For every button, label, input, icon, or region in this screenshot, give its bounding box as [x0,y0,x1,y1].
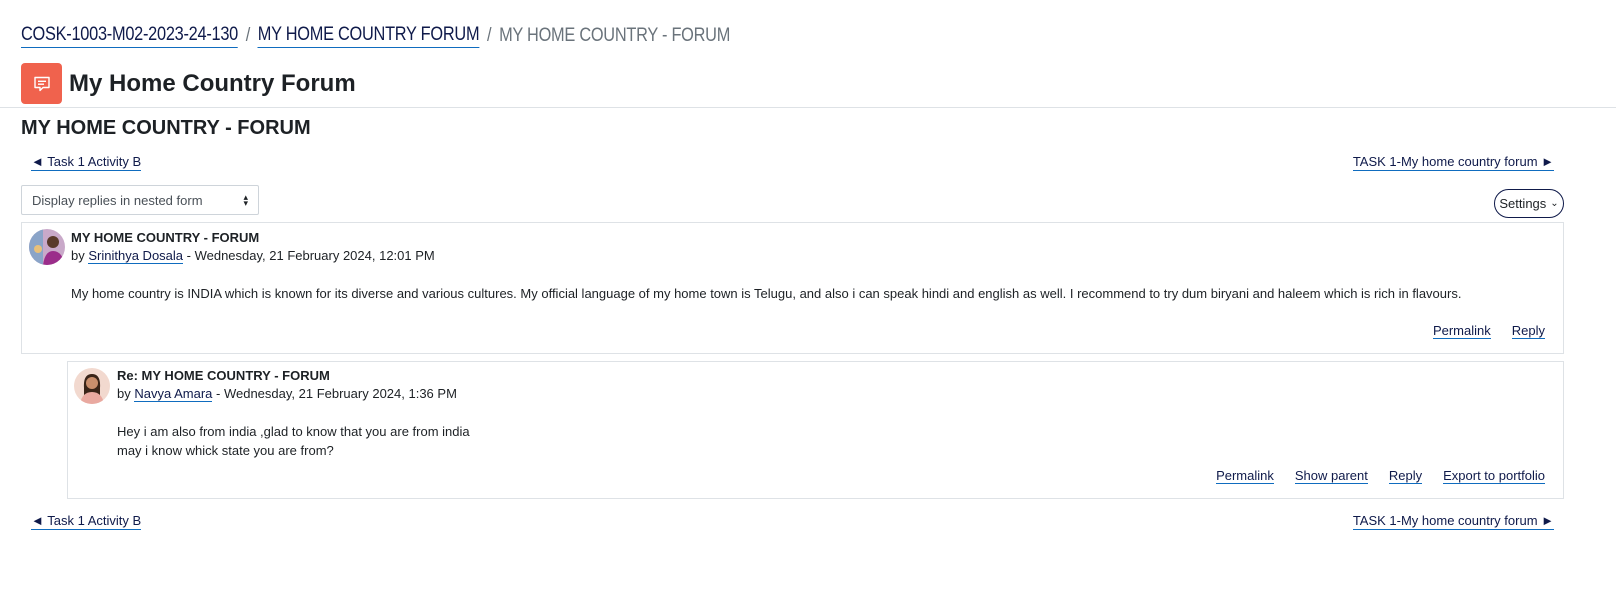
display-mode-value: Display replies in nested form [32,192,203,208]
show-parent-link[interactable]: Show parent [1294,468,1368,484]
display-mode-select[interactable]: Display replies in nested form ▴ ▾ [21,185,259,215]
breadcrumb-course-link[interactable]: COSK-1003-M02-2023-24-130 [21,24,238,48]
post-actions: Permalink Show parent Reply Export to po… [1195,468,1545,484]
discussion-heading: MY HOME COUNTRY - FORUM [21,117,311,139]
next-activity-link[interactable]: TASK 1-My home country forum ► [1352,154,1554,171]
post-message: Hey i am also from india ,glad to know t… [117,422,470,460]
post-subject: MY HOME COUNTRY - FORUM [71,230,260,245]
permalink-link[interactable]: Permalink [1432,323,1491,339]
settings-label: Settings [1499,196,1547,211]
post-byline: by Navya Amara - Wednesday, 21 February … [117,386,457,402]
next-activity-link-bottom[interactable]: TASK 1-My home country forum ► [1352,513,1554,530]
message-line: may i know whick state you are from? [117,443,334,458]
author-link[interactable]: Srinithya Dosala [88,248,184,264]
post-date: - Wednesday, 21 February 2024, 12:01 PM [183,248,435,263]
byline-by: by [71,248,85,263]
reply-link[interactable]: Reply [1511,323,1545,339]
post-byline: by Srinithya Dosala - Wednesday, 21 Febr… [71,248,435,264]
forum-post: MY HOME COUNTRY - FORUM by Srinithya Dos… [21,222,1564,354]
header-divider [0,107,1616,108]
export-to-portfolio-link[interactable]: Export to portfolio [1443,468,1545,484]
post-date: - Wednesday, 21 February 2024, 1:36 PM [212,386,457,401]
forum-post-reply: Re: MY HOME COUNTRY - FORUM by Navya Ama… [67,361,1564,499]
reply-link[interactable]: Reply [1388,468,1423,484]
permalink-link[interactable]: Permalink [1216,468,1274,484]
message-line: My home country is INDIA which is known … [71,286,1462,301]
post-actions: Permalink Reply [1412,323,1545,339]
breadcrumb: COSK-1003-M02-2023-24-130 / MY HOME COUN… [21,22,730,50]
chevron-down-icon: ⌄ [1550,198,1559,209]
message-line: Hey i am also from india ,glad to know t… [117,424,470,439]
breadcrumb-separator: / [245,25,251,46]
select-arrows-icon: ▴ ▾ [243,192,248,208]
breadcrumb-current: MY HOME COUNTRY - FORUM [499,25,731,46]
prev-activity-link[interactable]: ◄ Task 1 Activity B [31,154,142,171]
author-link[interactable]: Navya Amara [134,386,213,402]
byline-by: by [117,386,131,401]
page-title: My Home Country Forum [69,69,356,97]
prev-activity-link-bottom[interactable]: ◄ Task 1 Activity B [31,513,142,530]
avatar[interactable] [74,368,110,404]
avatar[interactable] [29,229,65,265]
page-header: My Home Country Forum [21,63,356,104]
forum-icon [21,63,62,104]
breadcrumb-forum-link[interactable]: MY HOME COUNTRY FORUM [257,24,480,48]
post-subject: Re: MY HOME COUNTRY - FORUM [117,368,330,383]
breadcrumb-separator: / [487,25,492,46]
settings-button[interactable]: Settings ⌄ [1494,189,1564,218]
post-message: My home country is INDIA which is known … [71,284,1461,303]
